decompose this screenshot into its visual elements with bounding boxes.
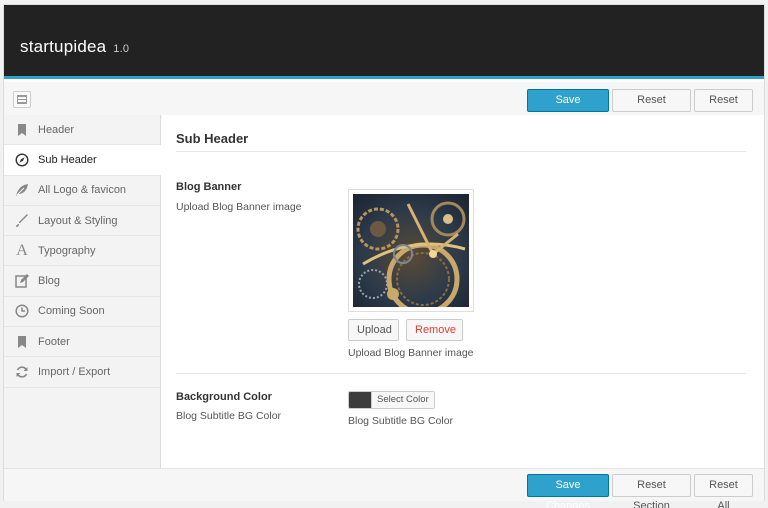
clock-icon [14, 303, 30, 319]
remove-button[interactable]: Remove [406, 319, 463, 341]
divider [176, 151, 746, 152]
section-title: Sub Header [176, 131, 249, 146]
clockwork-gears-image [353, 194, 469, 307]
leaf-icon [14, 182, 30, 198]
edit-icon [14, 273, 30, 289]
app-brand: startupidea 1.0 [20, 37, 129, 57]
brush-icon [14, 213, 30, 229]
sidebar-item-layout-styling[interactable]: Layout & Styling [4, 206, 160, 237]
sidebar-item-coming-soon[interactable]: Coming Soon [4, 297, 160, 328]
select-color-button[interactable]: Select Color [372, 391, 435, 409]
save-changes-button[interactable]: Save Changes [527, 474, 609, 508]
upload-button[interactable]: Upload [348, 319, 399, 341]
banner-image-preview [348, 189, 474, 312]
bookmark-icon [14, 334, 30, 350]
app-version: 1.0 [113, 43, 130, 55]
save-changes-button[interactable]: Save Changes [527, 89, 609, 127]
sidebar-item-footer[interactable]: Footer [4, 327, 160, 358]
sidebar-item-sub-header[interactable]: Sub Header [4, 145, 161, 176]
top-toolbar: Save Changes Reset Section Reset All [4, 82, 764, 127]
sidebar-item-label: All Logo & favicon [38, 184, 127, 197]
reset-all-button[interactable]: Reset All [694, 474, 753, 508]
sidebar-item-label: Footer [38, 335, 70, 348]
divider [176, 373, 746, 374]
sidebar-item-typography[interactable]: A Typography [4, 236, 160, 267]
sidebar-item-header[interactable]: Header [4, 115, 160, 146]
main-content: Sub Header Blog Banner Upload Blog Banne… [162, 115, 764, 468]
field-description-blog-banner: Upload Blog Banner image [348, 347, 474, 359]
sidebar-item-import-export[interactable]: Import / Export [4, 357, 160, 388]
bottom-toolbar: Save Changes Reset Section Reset All [4, 468, 764, 508]
field-description-background-color: Blog Subtitle BG Color [348, 415, 454, 427]
refresh-icon [14, 364, 30, 380]
sidebar-nav: Header Sub Header All Logo & favicon Lay… [4, 115, 161, 468]
sidebar-item-label: Typography [38, 244, 96, 257]
app-header: startupidea 1.0 [4, 5, 764, 79]
field-title-blog-banner: Blog Banner [176, 181, 242, 193]
sidebar-item-label: Coming Soon [38, 305, 105, 318]
color-swatch[interactable] [348, 391, 372, 409]
field-subtitle-background-color: Blog Subtitle BG Color [176, 410, 282, 422]
field-title-background-color: Background Color [176, 391, 272, 403]
reset-section-button[interactable]: Reset Section [612, 89, 691, 127]
expand-options-button[interactable] [13, 91, 31, 108]
sidebar-item-blog[interactable]: Blog [4, 266, 160, 297]
app-title: startupidea [20, 37, 107, 56]
bookmark-icon [14, 122, 30, 138]
reset-all-button[interactable]: Reset All [694, 89, 753, 127]
options-panel: startupidea 1.0 Save Changes Reset Secti… [3, 4, 765, 508]
sidebar-item-label: Sub Header [38, 153, 97, 166]
font-icon: A [16, 241, 28, 259]
field-subtitle-blog-banner: Upload Blog Banner image [176, 201, 302, 213]
sidebar-item-label: Layout & Styling [38, 214, 118, 227]
sidebar-item-logo-favicon[interactable]: All Logo & favicon [4, 176, 160, 206]
sidebar-item-label: Import / Export [38, 366, 111, 379]
list-icon [17, 95, 27, 104]
reset-section-button[interactable]: Reset Section [612, 474, 691, 508]
sidebar-item-label: Header [38, 123, 75, 136]
sidebar-item-label: Blog [38, 275, 61, 288]
compass-icon [14, 152, 30, 168]
